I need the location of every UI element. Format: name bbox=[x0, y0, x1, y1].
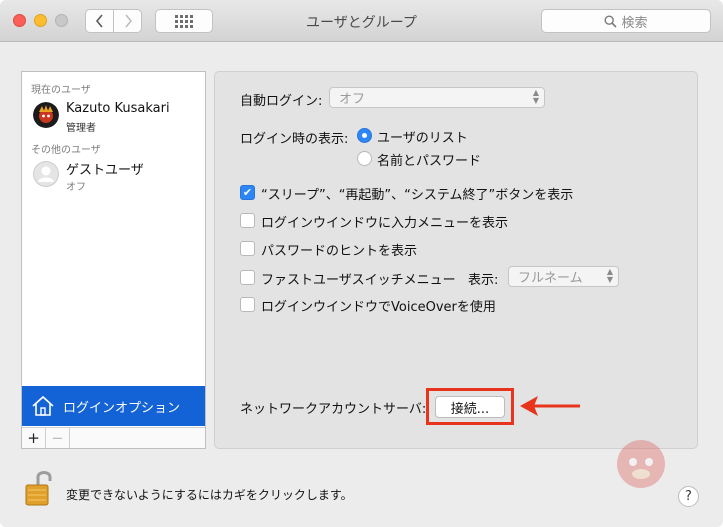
other-users-label: その他のユーザ bbox=[31, 145, 101, 156]
lock-icon[interactable] bbox=[25, 469, 53, 507]
user-list-toolbar: + − bbox=[22, 427, 205, 448]
checkbox-input-menu[interactable] bbox=[240, 213, 255, 228]
radio-name-password-label: 名前とパスワード bbox=[377, 154, 482, 169]
remove-user-button[interactable]: − bbox=[46, 428, 70, 448]
help-button[interactable]: ? bbox=[678, 486, 699, 507]
checkbox-password-hints[interactable] bbox=[240, 241, 255, 256]
checkbox-show-buttons-label: “スリープ”、“再起動”、“システム終了”ボタンを表示 bbox=[261, 188, 574, 203]
auto-login-value: オフ bbox=[339, 92, 366, 107]
user-role: 管理者 bbox=[66, 123, 96, 134]
checkbox-voiceover-label: ログインウインドウでVoiceOverを使用 bbox=[261, 300, 496, 315]
auto-login-label: 自動ログイン: bbox=[240, 94, 323, 109]
user-list: 現在のユーザ Kazuto Kusakari 管理者 その他のユーザ ゲストユー… bbox=[21, 71, 206, 449]
user-row-guest[interactable]: ゲストユーザ オフ bbox=[22, 155, 205, 195]
updown-arrows-icon: ▲ ▼ bbox=[606, 267, 613, 284]
user-name: Kazuto Kusakari bbox=[66, 101, 170, 116]
checkbox-show-buttons[interactable]: ✔ bbox=[240, 185, 255, 200]
title-bar: ユーザとグループ 検索 bbox=[0, 0, 723, 42]
chevron-left-icon bbox=[95, 14, 103, 28]
zoom-window-button[interactable] bbox=[55, 14, 68, 27]
login-options-item[interactable]: ログインオプション bbox=[22, 386, 205, 426]
checkbox-input-menu-label: ログインウインドウに入力メニューを表示 bbox=[261, 216, 509, 231]
radio-user-list-label: ユーザのリスト bbox=[377, 131, 468, 146]
updown-arrows-icon: ▲ ▼ bbox=[532, 88, 539, 105]
search-icon bbox=[604, 14, 618, 28]
avatar bbox=[33, 102, 59, 128]
guest-avatar-icon bbox=[33, 161, 59, 187]
user-row-kazuto[interactable]: Kazuto Kusakari 管理者 bbox=[22, 96, 205, 136]
checkbox-fast-user-switch[interactable] bbox=[240, 270, 255, 285]
connect-button[interactable]: 接続... bbox=[435, 396, 505, 418]
monkey-watermark-icon bbox=[617, 440, 665, 488]
chevron-right-icon bbox=[124, 14, 132, 28]
back-button[interactable] bbox=[85, 9, 114, 33]
network-server-label: ネットワークアカウントサーバ: bbox=[240, 402, 427, 417]
grid-icon bbox=[175, 14, 193, 28]
checkbox-password-hints-label: パスワードのヒントを表示 bbox=[261, 244, 418, 259]
fast-switch-display-value: フルネーム bbox=[518, 271, 583, 286]
forward-button[interactable] bbox=[113, 9, 142, 33]
checkmark-icon: ✔ bbox=[242, 186, 253, 199]
preferences-window: ユーザとグループ 検索 現在のユーザ Kazuto Kusakari 管理者 そ… bbox=[0, 0, 723, 527]
guest-user-status: オフ bbox=[66, 182, 86, 193]
lock-instruction-text: 変更できないようにするにはカギをクリックします。 bbox=[66, 488, 353, 502]
radio-user-list[interactable] bbox=[357, 128, 372, 143]
radio-name-password[interactable] bbox=[357, 151, 372, 166]
search-field[interactable]: 検索 bbox=[541, 9, 711, 33]
search-placeholder: 検索 bbox=[621, 15, 648, 31]
auto-login-popup[interactable]: オフ ▲ ▼ bbox=[329, 87, 545, 108]
add-user-button[interactable]: + bbox=[22, 428, 46, 448]
current-users-label: 現在のユーザ bbox=[31, 85, 91, 96]
minimize-window-button[interactable] bbox=[34, 14, 47, 27]
show-all-button[interactable] bbox=[155, 9, 213, 33]
window-title: ユーザとグループ bbox=[306, 15, 417, 31]
annotation-arrow-icon bbox=[520, 396, 580, 416]
login-display-label: ログイン時の表示: bbox=[240, 132, 349, 147]
login-options-label: ログインオプション bbox=[63, 400, 181, 416]
fast-switch-display-label: 表示: bbox=[468, 273, 499, 288]
house-icon bbox=[32, 395, 54, 416]
close-window-button[interactable] bbox=[13, 14, 26, 27]
checkbox-voiceover[interactable] bbox=[240, 297, 255, 312]
checkbox-fast-user-switch-label: ファストユーザスイッチメニュー bbox=[261, 273, 456, 288]
guest-user-name: ゲストユーザ bbox=[66, 163, 144, 178]
fast-switch-display-popup[interactable]: フルネーム ▲ ▼ bbox=[508, 266, 619, 287]
